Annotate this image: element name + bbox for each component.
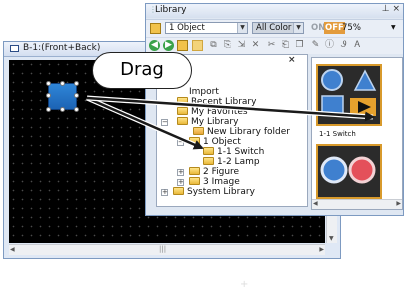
screen-title: B-1:(Front+Back)	[23, 43, 101, 53]
tree-item-label: 3 Image	[203, 177, 240, 187]
scroll-left-icon[interactable]: ◀	[313, 199, 318, 209]
tree-item-label: 1-2 Lamp	[217, 157, 260, 167]
tree-item-label: New Library folder	[207, 127, 290, 137]
tree-item-label: System Library	[187, 187, 255, 197]
resize-handle[interactable]	[46, 107, 51, 112]
chevron-down-icon[interactable]: ▼	[391, 24, 396, 31]
tree-item-import[interactable]: Import	[189, 87, 219, 97]
folder-icon	[177, 97, 188, 105]
copy-icon[interactable]: ⎘	[222, 40, 233, 51]
color-dropdown-value: All Color	[256, 23, 292, 33]
tree-item-1-object[interactable]: 1 Object	[189, 137, 241, 147]
tree-item-label: My Library	[191, 117, 239, 127]
tree-item-1-1-switch[interactable]: 1-1 Switch	[203, 147, 264, 157]
collapse-icon[interactable]: −	[161, 119, 168, 126]
folder-up-icon[interactable]	[177, 40, 188, 51]
tree-item-3-image[interactable]: 3 Image	[189, 177, 240, 187]
forward-icon[interactable]: ▶	[163, 40, 174, 51]
properties-icon[interactable]: Ꭺ	[352, 40, 363, 51]
folder-icon	[203, 157, 214, 165]
new-folder-icon[interactable]: ⧉	[208, 40, 219, 51]
chevron-down-icon: ▼	[237, 23, 247, 33]
folder-icon	[189, 177, 200, 185]
tree-item-2-figure[interactable]: 2 Figure	[189, 167, 239, 177]
expand-icon[interactable]: +	[177, 179, 184, 186]
tree-item-label: My Favorites	[191, 107, 248, 117]
scroll-grip-icon[interactable]: |||	[159, 244, 166, 254]
zoom-value[interactable]: 75%	[342, 22, 361, 34]
placed-switch-object[interactable]	[46, 81, 79, 112]
new-folder-icon	[193, 127, 204, 135]
library-title-bar[interactable]: ⋮ Library ⊥ ×	[146, 4, 403, 18]
scroll-left-icon[interactable]: ◀	[10, 245, 15, 255]
tree-item-system-library[interactable]: System Library	[173, 187, 255, 197]
folder-icon	[189, 137, 200, 145]
tree-item-my-library[interactable]: My Library	[177, 117, 238, 127]
duplicate-icon[interactable]: ❐	[294, 40, 305, 51]
tree-item-label: 2 Figure	[203, 167, 240, 177]
resize-handle[interactable]	[46, 93, 51, 98]
folder-icon	[177, 107, 188, 115]
close-icon[interactable]: ×	[288, 55, 296, 65]
tree-item-label: Import	[189, 87, 219, 97]
library-action-toolbar: ◀ ▶ ⧉ ⎘ ⇲ ✕ ✂ ⎗ ❐ ✎ ⓘ Ꮽ Ꭺ	[146, 37, 403, 54]
chevron-down-icon: ▼	[293, 23, 303, 33]
object-dropdown-value: 1 Object	[169, 23, 205, 33]
cut-icon[interactable]: ✂	[266, 40, 277, 51]
crosshair-icon: +	[240, 279, 249, 290]
tree-item-1-2-lamp[interactable]: 1-2 Lamp	[203, 157, 260, 167]
rename-icon[interactable]: Ꮽ	[338, 40, 349, 51]
library-icon[interactable]	[150, 23, 161, 34]
folder-icon	[203, 147, 214, 155]
preview-scrollbar[interactable]: ◀ ▶	[312, 199, 402, 209]
back-icon[interactable]: ◀	[149, 40, 160, 51]
folder-icon	[189, 167, 200, 175]
scroll-right-icon[interactable]: ▶	[319, 245, 324, 255]
collapse-icon[interactable]: −	[177, 139, 184, 146]
folder-icon	[177, 117, 188, 125]
folder-icon	[173, 187, 184, 195]
object-dropdown[interactable]: 1 Object ▼	[165, 22, 248, 34]
tree-item-label: 1 Object	[203, 137, 241, 147]
preview-lamp-tile[interactable]	[316, 144, 382, 199]
edit-icon[interactable]: ✎	[310, 40, 321, 51]
info-icon[interactable]: ⓘ	[324, 40, 335, 51]
resize-handle[interactable]	[74, 81, 79, 86]
lamp-parts-graphic	[320, 156, 376, 184]
expand-icon[interactable]: +	[161, 189, 168, 196]
preview-switch-tile[interactable]	[316, 64, 382, 126]
tree-item-new-library-folder[interactable]: New Library folder	[193, 127, 290, 137]
resize-handle[interactable]	[74, 93, 79, 98]
tree-item-label: 1-1 Switch	[217, 147, 265, 157]
tree-item-recent-library[interactable]: Recent Library	[177, 97, 256, 107]
tree-item-my-favorites[interactable]: My Favorites	[177, 107, 248, 117]
horizontal-scrollbar[interactable]: ◀ ||| ▶	[9, 244, 325, 255]
drag-callout: Drag	[92, 52, 192, 89]
window-icon	[10, 45, 19, 52]
resize-handle[interactable]	[74, 107, 79, 112]
library-title: Library	[155, 5, 187, 15]
library-toolbar: 1 Object ▼ All Color ▼ ON OFF 75% ▼	[146, 19, 403, 37]
tree-item-label: Recent Library	[191, 97, 257, 107]
preview-label: 1-1 Switch	[319, 130, 356, 138]
color-dropdown[interactable]: All Color ▼	[252, 22, 304, 34]
scroll-down-icon[interactable]: ▼	[329, 234, 334, 244]
expand-icon[interactable]: +	[177, 169, 184, 176]
resize-handle[interactable]	[60, 81, 65, 86]
switch-parts-graphic	[321, 69, 377, 116]
paste-icon[interactable]: ⎗	[280, 40, 291, 51]
library-window: ⋮ Library ⊥ × 1 Object ▼ All Color ▼ ON …	[145, 3, 404, 216]
resize-handle[interactable]	[60, 107, 65, 112]
pin-icon[interactable]: ⊥ ×	[382, 4, 400, 14]
resize-handle[interactable]	[46, 81, 51, 86]
library-preview: 1-1 Switch ◀ ▶	[311, 57, 403, 210]
export-icon[interactable]: ⇲	[236, 40, 247, 51]
scroll-right-icon[interactable]: ▶	[396, 199, 401, 209]
view-icon[interactable]	[192, 40, 203, 51]
delete-icon[interactable]: ✕	[250, 40, 261, 51]
